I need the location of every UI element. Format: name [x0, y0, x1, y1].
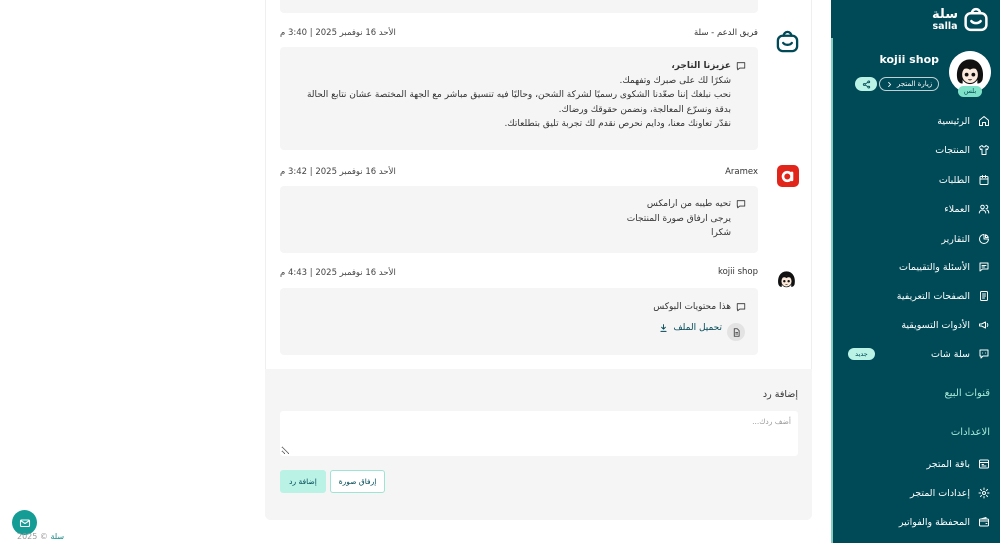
- salla-bag-icon: [776, 30, 799, 53]
- message-line: تحيه طيبه من ارامكس: [646, 199, 731, 209]
- sidebar-item-label: إعدادات المتجر: [909, 487, 970, 499]
- sidebar-item-label: المحفظة والفواتير: [898, 516, 970, 528]
- sidebar-item-label: التقارير: [941, 233, 970, 245]
- message-bubble: هذا محتويات البوكس تحميل الملف: [280, 288, 758, 355]
- footer-brand-link[interactable]: سلة: [50, 532, 64, 541]
- sidebar-item-wallet[interactable]: المحفظة والفواتير: [831, 511, 1000, 533]
- orders-icon: [979, 175, 989, 185]
- visit-store-button[interactable]: زيارة المتجر: [879, 77, 939, 91]
- message-icon: [736, 303, 746, 312]
- aramex-avatar: [777, 165, 799, 187]
- download-icon: [660, 324, 667, 332]
- add-reply-button[interactable]: إضافة رد: [280, 470, 326, 493]
- store-name: kojii shop: [879, 53, 939, 66]
- wallet-icon: [979, 517, 989, 527]
- message-body: تحيه طيبه من ارامكس يرجى ارفاق صورة المن…: [627, 197, 731, 241]
- download-attachment-link[interactable]: تحميل الملف: [659, 321, 722, 335]
- home-icon: [979, 116, 989, 126]
- sidebar-item-label: الأدوات التسويقية: [901, 319, 970, 331]
- aramex-logo-icon: [777, 165, 799, 187]
- sales-channels-heading[interactable]: قنوات البيع: [944, 387, 990, 401]
- sidebar-item-questions-reviews[interactable]: الأسئلة والتقييمات: [831, 256, 1000, 278]
- document-icon: [980, 291, 988, 301]
- logo-text-latin: salla: [932, 20, 958, 32]
- message-line: هذا محتويات البوكس: [653, 302, 731, 312]
- sidebar-item-label: المنتجات: [935, 144, 970, 156]
- sidebar-item-label: الأسئلة والتقييمات: [899, 261, 970, 273]
- sidebar-item-label: الطلبات: [938, 174, 970, 186]
- sidebar-item-label: العملاء: [944, 203, 970, 215]
- ticket-thread: فريق الدعم - سلة الأحد 16 نوفمبر 2025 | …: [0, 0, 831, 543]
- sidebar-item-products[interactable]: المنتجات: [831, 139, 1000, 161]
- download-label: تحميل الملف: [673, 323, 722, 333]
- salla-support-avatar: [775, 29, 800, 54]
- message-line: يرجى ارفاق صورة المنتجات: [626, 213, 731, 224]
- shirt-icon: [979, 145, 989, 155]
- message-date: الأحد 16 نوفمبر 2025 | 3:40 م: [280, 28, 396, 38]
- previous-message-bubble: [280, 0, 758, 13]
- footer-copyright-text: © 2025: [17, 532, 48, 541]
- reply-textarea[interactable]: [280, 411, 798, 456]
- sidebar-item-pages[interactable]: الصفحات التعريفية: [831, 285, 1000, 307]
- plan-badge: بلس: [958, 86, 982, 97]
- message-line: نقدّر تعاونك معنا، ودايم نحرص نقدم لك تج…: [504, 119, 731, 129]
- salla-bag-icon: [964, 7, 988, 32]
- sidebar-item-orders[interactable]: الطلبات: [831, 169, 1000, 191]
- message-date: الأحد 16 نوفمبر 2025 | 3:42 م: [280, 167, 396, 177]
- sidebar-item-store-settings[interactable]: إعدادات المتجر: [831, 482, 1000, 504]
- sidebar-item-home[interactable]: الرئيسية: [831, 110, 1000, 132]
- cartoon-avatar-icon: [773, 266, 800, 293]
- message-line: نحب نبلغك إننا صعّدنا الشكوى رسميًا لشرك…: [306, 90, 731, 100]
- message-body: هذا محتويات البوكس: [653, 300, 731, 315]
- message-author: فريق الدعم - سلة: [693, 28, 758, 38]
- users-icon: [978, 204, 990, 214]
- chevron-icon: [888, 81, 891, 87]
- message-author: Aramex: [725, 167, 758, 177]
- salla-logo[interactable]: سلة salla: [932, 6, 990, 33]
- logo-text-arabic: سلة: [932, 6, 958, 22]
- sidebar-item-label: باقة المتجر: [926, 458, 970, 470]
- message-greeting: عزيزنا التاجر،: [671, 61, 731, 71]
- sidebar-item-store-plan[interactable]: باقة المتجر: [831, 453, 1000, 475]
- attachment-file-icon[interactable]: [727, 323, 745, 341]
- chat-icon: [979, 349, 989, 359]
- share-icon: [862, 79, 870, 89]
- envelope-icon: [19, 518, 30, 527]
- store-plan-icon: [979, 459, 989, 469]
- message-author: kojii shop: [717, 267, 758, 277]
- pie-chart-icon: [979, 234, 989, 244]
- sidebar-item-customers[interactable]: العملاء: [831, 198, 1000, 220]
- new-badge: جديد: [848, 348, 875, 360]
- share-store-button[interactable]: [855, 77, 877, 91]
- logo-wordmark: سلة salla: [932, 6, 958, 32]
- sidebar-item-label: سلة شات: [930, 348, 970, 360]
- message-icon: [736, 62, 746, 71]
- visit-store-label: زيارة المتجر: [896, 80, 933, 88]
- message-bubble: عزيزنا التاجر، شكرًا لك على صبرك وتفهمك.…: [280, 47, 758, 150]
- sidebar-item-label: الصفحات التعريفية: [896, 290, 970, 302]
- message-line: بدقة ونسرّع المعالجة، ونضمن حقوقك ورضاك.: [558, 104, 731, 115]
- footer-copyright: سلة © 2025: [17, 532, 64, 542]
- settings-heading: الاعدادات: [950, 427, 990, 438]
- message-body: عزيزنا التاجر، شكرًا لك على صبرك وتفهمك.…: [307, 59, 731, 132]
- sidebar-item-label: الرئيسية: [937, 115, 970, 127]
- merchant-avatar: [773, 266, 800, 293]
- sidebar: سلة salla بلس kojii shop زيارة المتجر ال…: [831, 0, 1000, 543]
- sidebar-item-reports[interactable]: التقارير: [831, 228, 1000, 250]
- reply-label: إضافة رد: [762, 389, 798, 400]
- gear-icon: [978, 487, 990, 499]
- message-date: الأحد 16 نوفمبر 2025 | 4:43 م: [280, 268, 396, 278]
- message-icon: [736, 200, 746, 209]
- message-line: شكرا: [711, 228, 731, 238]
- message-line: شكرًا لك على صبرك وتفهمك.: [619, 75, 731, 86]
- message-bubble: تحيه طيبه من ارامكس يرجى ارفاق صورة المن…: [280, 186, 758, 253]
- attach-image-button[interactable]: إرفاق صورة: [330, 470, 385, 493]
- file-icon: [733, 327, 740, 337]
- megaphone-icon: [979, 321, 989, 329]
- message-square-icon: [979, 262, 989, 272]
- sidebar-item-marketing[interactable]: الأدوات التسويقية: [831, 314, 1000, 336]
